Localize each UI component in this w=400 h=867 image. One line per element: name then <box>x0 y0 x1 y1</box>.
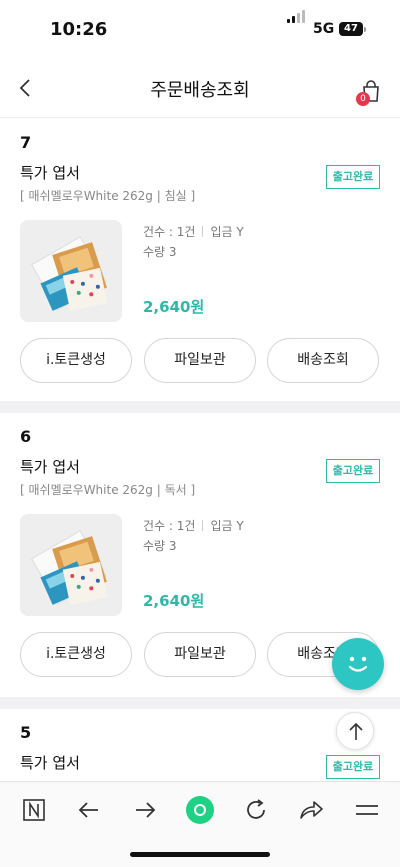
battery-icon: 47 <box>339 22 363 36</box>
product-thumbnail[interactable] <box>20 514 122 616</box>
arrow-left-icon[interactable] <box>74 795 104 825</box>
token-generate-button[interactable]: i.토큰생성 <box>20 338 132 383</box>
order-number: 7 <box>20 133 32 152</box>
order-quantity: 수량 3 <box>143 245 177 259</box>
arrow-up-icon[interactable] <box>336 712 374 750</box>
product-thumbnail[interactable] <box>20 220 122 322</box>
section-divider <box>0 401 400 413</box>
order-price: 2,640원 <box>143 298 205 316</box>
order-meta: 건수 : 1건 입금 Y <box>143 517 244 534</box>
green-dot-icon[interactable] <box>185 795 215 825</box>
home-indicator <box>130 852 270 857</box>
chatbot-face-icon[interactable] <box>332 638 384 690</box>
product-spec: [ 매쉬멜로우White 262g | 독서 ] <box>20 483 196 497</box>
order-count: 건수 : 1건 <box>143 225 196 239</box>
order-price: 2,640원 <box>143 592 205 610</box>
status-badge: 출고완료 <box>326 165 380 189</box>
file-archive-button[interactable]: 파일보관 <box>144 338 256 383</box>
order-item: 7 특가 엽서 [ 매쉬멜로우White 262g | 침실 ] 출고완료 건수… <box>0 119 400 401</box>
order-quantity: 수량 3 <box>143 539 177 553</box>
order-meta: 건수 : 1건 입금 Y <box>143 223 244 240</box>
status-time: 10:26 <box>50 19 108 40</box>
battery-cap <box>364 27 366 32</box>
product-name[interactable]: 특가 엽서 <box>20 752 80 773</box>
arrow-right-icon[interactable] <box>130 795 160 825</box>
reload-icon[interactable] <box>241 795 271 825</box>
naver-n-icon[interactable] <box>19 795 49 825</box>
file-archive-button[interactable]: 파일보관 <box>144 632 256 677</box>
page-title: 주문배송조회 <box>150 80 250 101</box>
status-badge: 출고완료 <box>326 755 380 779</box>
order-number: 5 <box>20 723 32 742</box>
page-header: 주문배송조회 0 <box>0 58 400 118</box>
track-delivery-button[interactable]: 배송조회 <box>267 338 379 383</box>
token-generate-button[interactable]: i.토큰생성 <box>20 632 132 677</box>
status-bar: 10:26 5G 47 <box>0 0 400 58</box>
order-number: 6 <box>20 427 32 446</box>
cart-count-badge: 0 <box>356 92 370 106</box>
order-count: 건수 : 1건 <box>143 519 196 533</box>
product-name[interactable]: 특가 엽서 <box>20 456 80 477</box>
payment-status: 입금 Y <box>210 519 244 533</box>
network-label: 5G <box>313 21 335 37</box>
product-name[interactable]: 특가 엽서 <box>20 162 80 183</box>
status-badge: 출고완료 <box>326 459 380 483</box>
section-divider <box>0 697 400 709</box>
share-icon[interactable] <box>296 795 326 825</box>
menu-icon[interactable] <box>352 795 382 825</box>
payment-status: 입금 Y <box>210 225 244 239</box>
product-spec: [ 매쉬멜로우White 262g | 침실 ] <box>20 189 196 203</box>
